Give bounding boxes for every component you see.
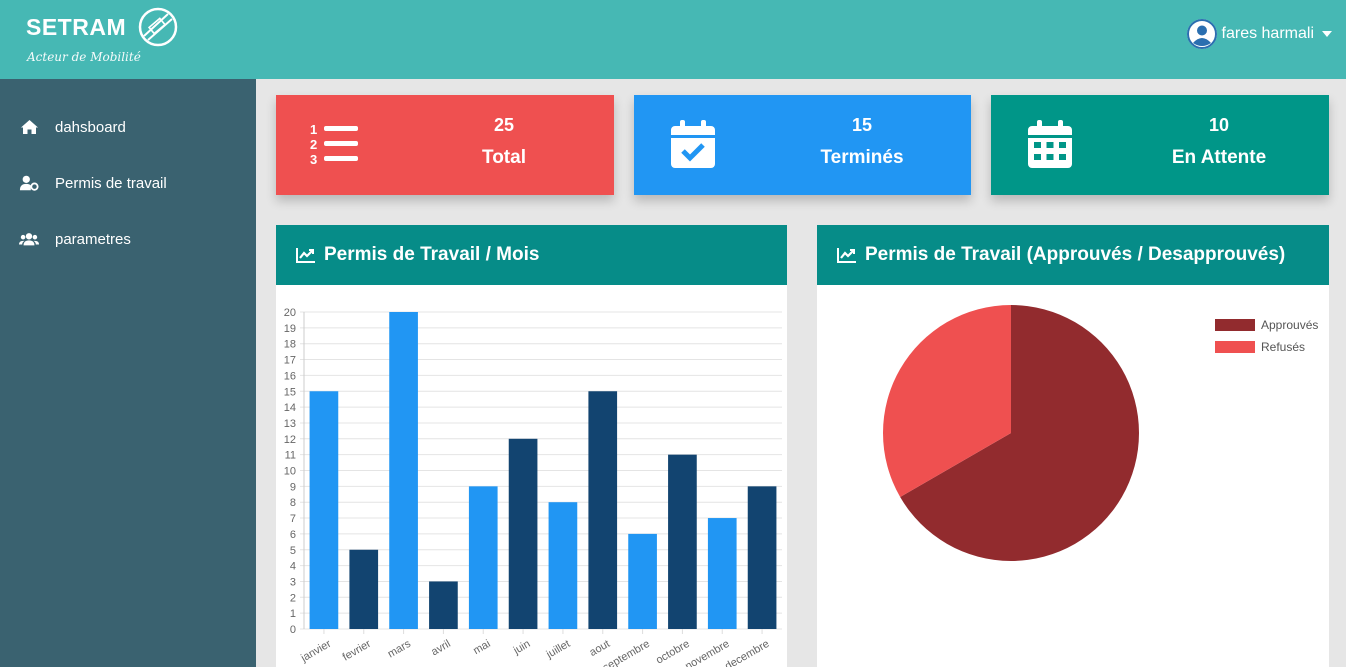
legend-label: Refusés xyxy=(1261,340,1306,354)
stat-label: Total xyxy=(482,147,526,168)
users-icon xyxy=(19,230,39,248)
y-tick-label: 9 xyxy=(290,481,296,493)
y-tick-label: 3 xyxy=(290,576,296,588)
y-tick-label: 14 xyxy=(284,402,296,414)
sidebar-item-label: parametres xyxy=(55,230,131,248)
user-menu[interactable]: fares harmali xyxy=(1186,18,1332,50)
pie-legend: Approuvés Refusés xyxy=(1215,314,1318,358)
user-cog-icon xyxy=(19,174,39,192)
y-tick-label: 18 xyxy=(284,339,296,351)
y-tick-label: 15 xyxy=(284,386,296,398)
bar[interactable] xyxy=(588,391,618,629)
bar-chart: 01234567891011121314151617181920janvier f… xyxy=(284,307,782,667)
svg-text:1: 1 xyxy=(310,122,317,137)
home-icon xyxy=(19,118,39,136)
panel-title: Permis de Travail / Mois xyxy=(324,244,540,265)
x-tick-label: mars xyxy=(386,638,414,661)
logo-text: SETRAM xyxy=(26,14,127,40)
user-name: fares harmali xyxy=(1221,25,1314,42)
bar-chart-panel: Permis de Travail / Mois 0 1 2 3 4 5 6 7 8 9 10 11 1… xyxy=(276,225,787,667)
x-tick-label: aout xyxy=(588,638,613,659)
sidebar: dahsboard Permis de travail parametres xyxy=(0,79,256,667)
y-tick-label: 5 xyxy=(290,545,296,557)
stat-value: 15 xyxy=(851,115,873,135)
top-navbar: SETRAM Acteur de Mobilité fares harmali xyxy=(0,0,1346,79)
panel-header: Permis de Travail (Approuvés / Desapprou… xyxy=(817,225,1329,285)
x-tick-label: janvier xyxy=(298,638,333,665)
bar[interactable] xyxy=(429,581,458,629)
y-tick-label: 16 xyxy=(284,370,296,382)
bar[interactable] xyxy=(389,312,418,629)
y-tick-label: 13 xyxy=(284,418,296,430)
legend-label: Approuvés xyxy=(1261,318,1319,332)
y-tick-label: 17 xyxy=(284,355,296,367)
y-tick-label: 8 xyxy=(290,497,296,509)
calendar-icon xyxy=(1027,119,1073,174)
bar[interactable] xyxy=(309,391,339,629)
svg-text:3: 3 xyxy=(310,152,317,167)
x-tick-label: decembre xyxy=(723,638,771,667)
tram-logo-icon xyxy=(138,7,178,47)
y-tick-label: 2 xyxy=(290,592,296,604)
sidebar-item-label: Permis de travail xyxy=(55,174,167,192)
y-tick-label: 1 xyxy=(290,608,296,620)
user-avatar-icon xyxy=(1186,19,1217,49)
legend-item[interactable]: Refusés xyxy=(1215,336,1318,358)
calendar-check-icon xyxy=(670,119,716,174)
bar[interactable] xyxy=(508,438,538,629)
stat-label: En Attente xyxy=(1171,147,1267,168)
stat-value: 10 xyxy=(1208,115,1230,135)
legend-swatch xyxy=(1215,341,1255,353)
x-tick-label: juillet xyxy=(544,638,573,661)
y-tick-label: 10 xyxy=(284,466,296,478)
y-tick-label: 12 xyxy=(284,434,296,446)
bar[interactable] xyxy=(468,486,498,629)
panel-header: Permis de Travail / Mois xyxy=(276,225,787,285)
x-tick-label: mai xyxy=(471,638,492,657)
sidebar-item-dashboard[interactable]: dahsboard xyxy=(19,118,126,136)
line-chart-icon xyxy=(837,248,856,263)
y-tick-label: 7 xyxy=(290,513,296,525)
stat-label: Terminés xyxy=(820,147,904,168)
sidebar-item-parametres[interactable]: parametres xyxy=(19,230,131,248)
bar[interactable] xyxy=(747,486,777,629)
sidebar-item-label: dahsboard xyxy=(55,118,126,136)
list-ol-icon: 1 2 3 xyxy=(310,121,360,172)
legend-swatch xyxy=(1215,319,1255,331)
legend-item[interactable]: Approuvés xyxy=(1215,314,1318,336)
bar[interactable] xyxy=(548,502,578,629)
x-tick-label: juin xyxy=(511,638,533,657)
x-tick-label: avril xyxy=(429,638,452,658)
stat-value: 25 xyxy=(493,115,515,135)
chevron-down-icon xyxy=(1322,31,1332,37)
bar[interactable] xyxy=(349,549,379,629)
stat-card-en-attente: 10 En Attente xyxy=(991,95,1329,195)
svg-text:2: 2 xyxy=(310,137,317,152)
y-tick-label: 20 xyxy=(284,307,296,319)
y-tick-label: 19 xyxy=(284,323,296,335)
sidebar-item-permis[interactable]: Permis de travail xyxy=(19,174,167,192)
bar[interactable] xyxy=(628,533,657,629)
bar[interactable] xyxy=(707,518,737,629)
y-tick-label: 4 xyxy=(290,561,296,573)
setram-logo[interactable]: SETRAM Acteur de Mobilité xyxy=(24,6,184,72)
stat-card-total: 1 2 3 25 Total xyxy=(276,95,614,195)
logo-tagline: Acteur de Mobilité xyxy=(27,50,141,64)
stat-card-termines: 15 Terminés xyxy=(634,95,971,195)
y-tick-label: 6 xyxy=(290,529,296,541)
line-chart-icon xyxy=(296,248,315,263)
pie-chart-panel: Permis de Travail (Approuvés / Desapprou… xyxy=(817,225,1329,667)
y-tick-label: 0 xyxy=(290,624,296,636)
y-tick-label: 11 xyxy=(285,450,296,462)
x-tick-label: fevrier xyxy=(341,638,374,664)
bar[interactable] xyxy=(668,454,697,629)
panel-title: Permis de Travail (Approuvés / Desapprou… xyxy=(865,244,1286,265)
